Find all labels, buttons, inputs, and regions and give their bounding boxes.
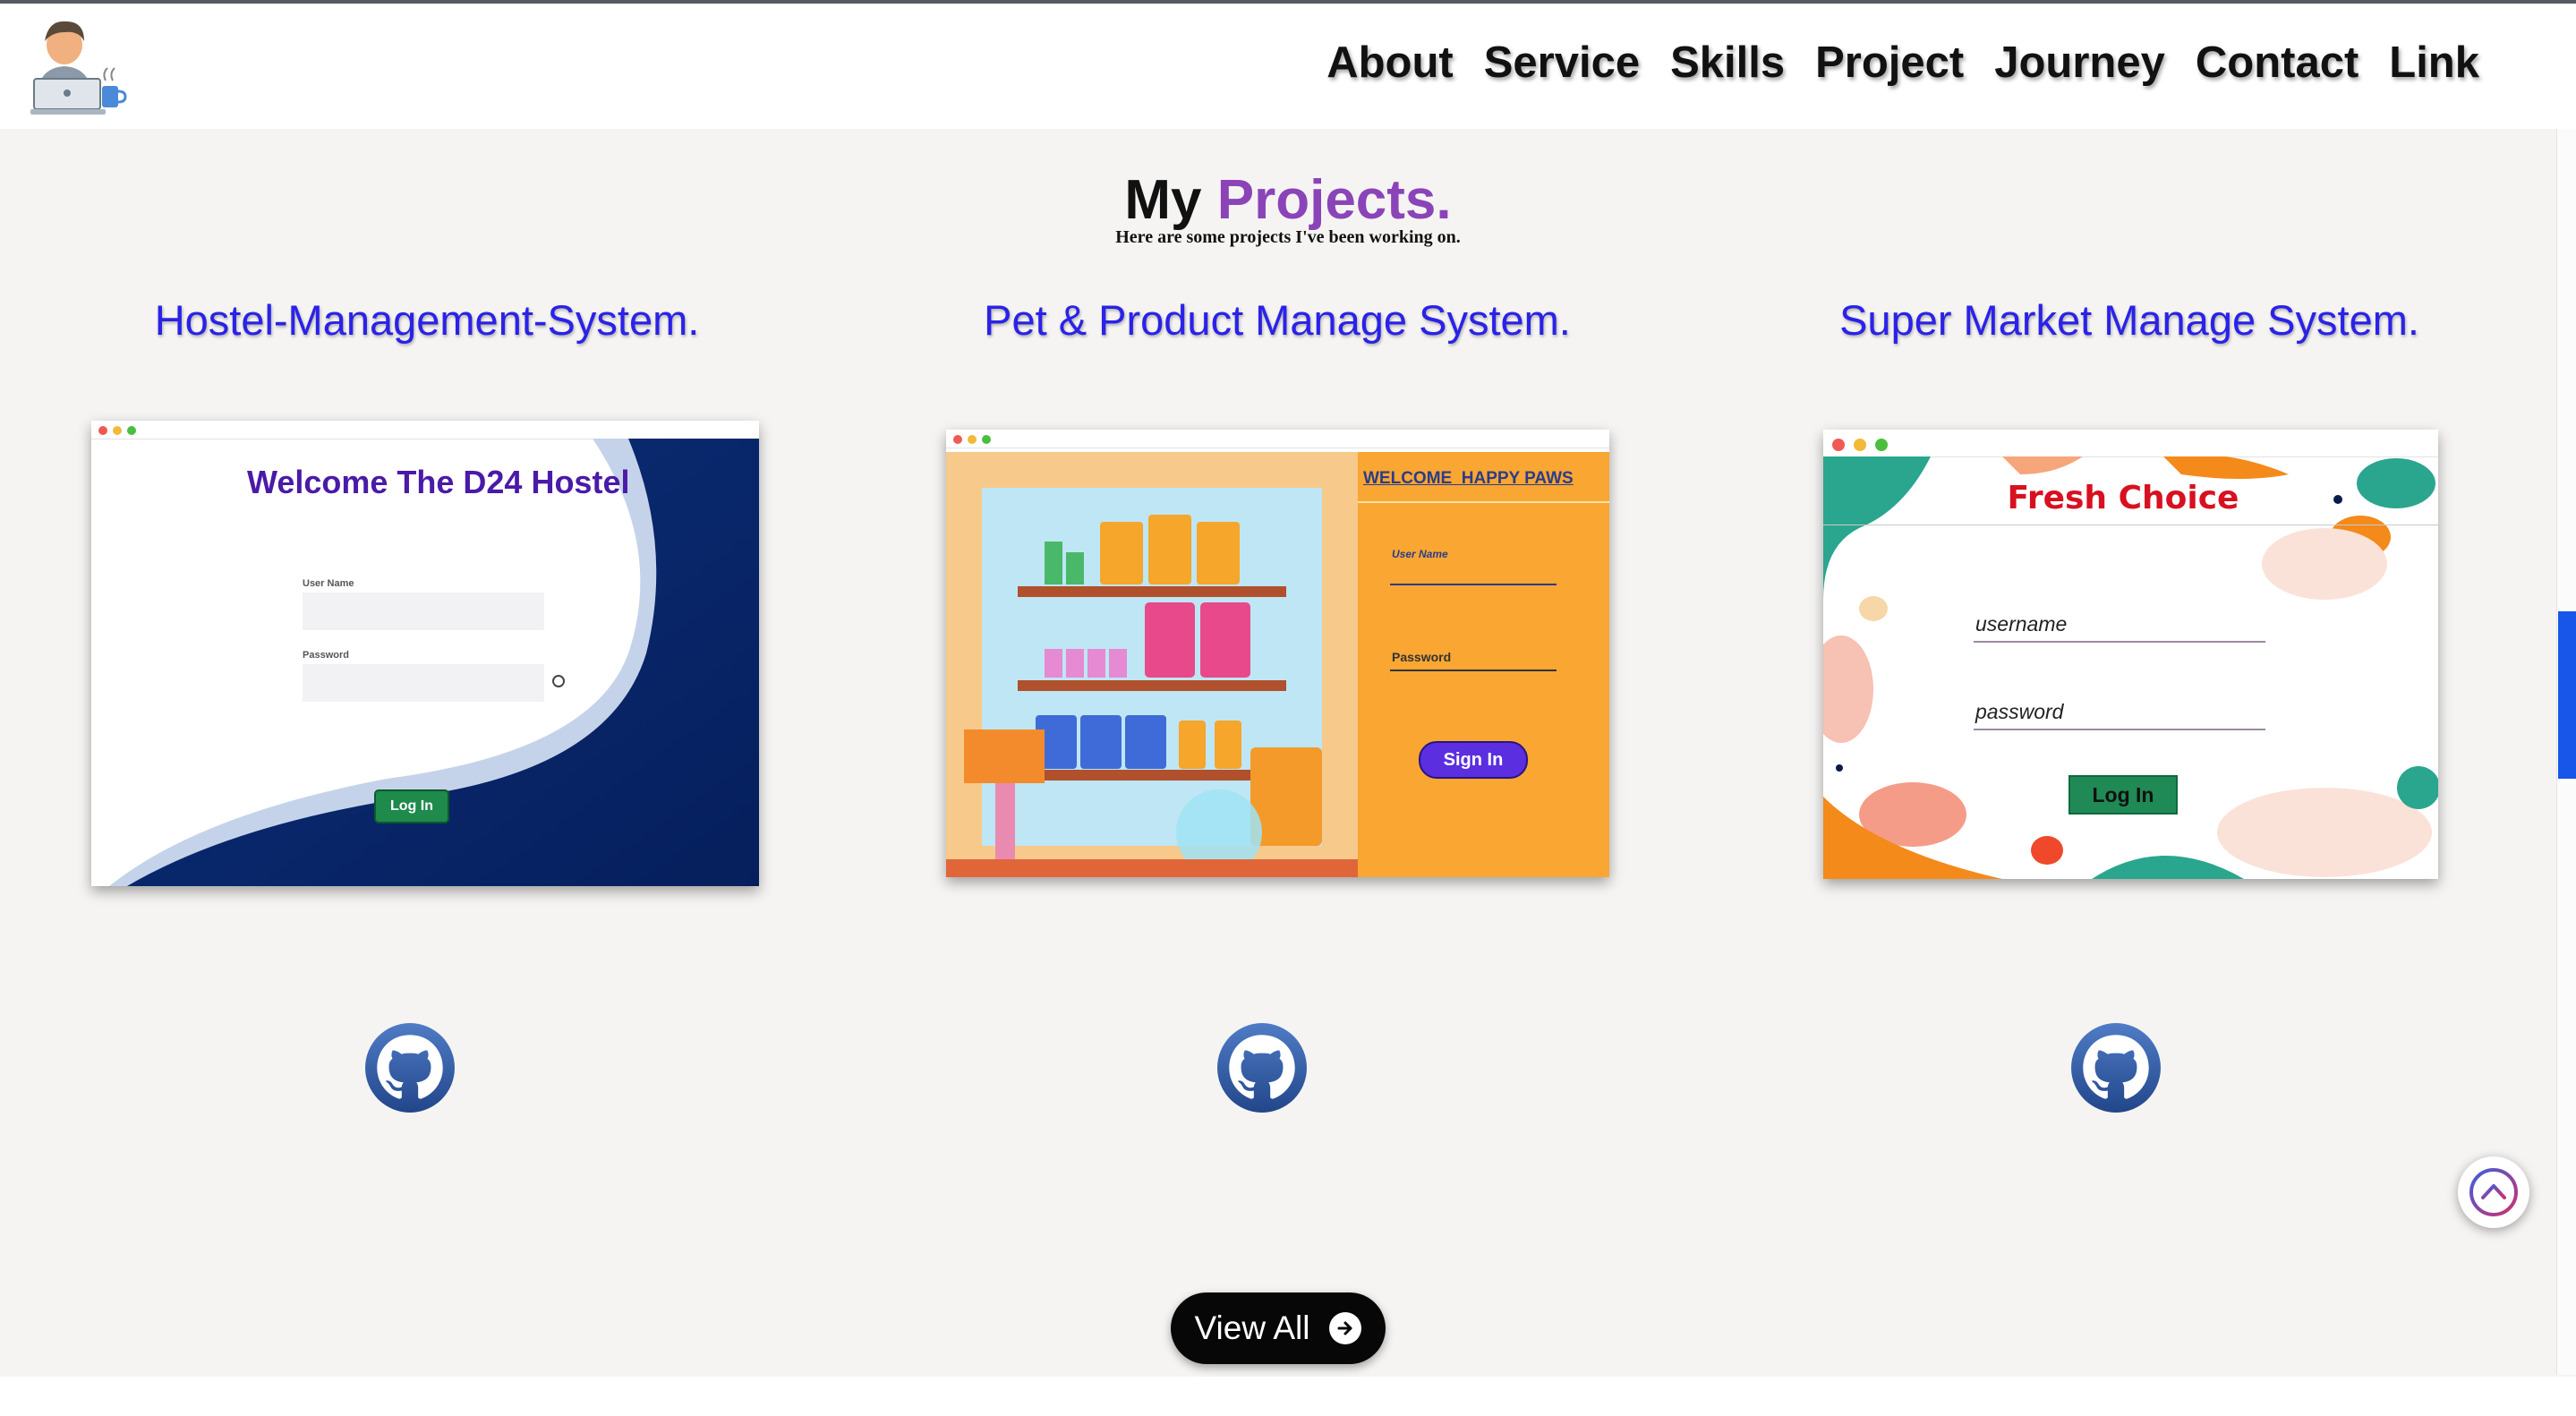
nav-journey[interactable]: Journey xyxy=(1994,38,2165,88)
main-nav: About Service Skills Project Journey Con… xyxy=(1326,38,2479,88)
window-titlebar xyxy=(1823,430,2438,457)
window-titlebar xyxy=(946,430,1609,448)
project-title-hostel: Hostel-Management-System. xyxy=(154,296,700,344)
developer-avatar-icon[interactable] xyxy=(30,16,131,120)
pet-password-field[interactable] xyxy=(1390,670,1557,671)
project-screenshot-hostel[interactable]: Welcome The D24 Hostel User Name Passwor… xyxy=(91,421,759,886)
github-icon[interactable] xyxy=(2070,1022,2162,1113)
fresh-username-field[interactable] xyxy=(1974,641,2265,643)
fresh-login-button[interactable]: Log In xyxy=(2068,775,2178,815)
project-screenshot-supermarket[interactable]: Fresh Choice username password Log In xyxy=(1823,430,2438,879)
section-title-accent: Projects. xyxy=(1216,169,1452,231)
pet-heading: WELCOME HAPPY PAWS xyxy=(1363,469,1574,488)
scroll-to-top-button[interactable] xyxy=(2458,1156,2529,1228)
site-header: About Service Skills Project Journey Con… xyxy=(0,4,2576,129)
hostel-heading: Welcome The D24 Hostel xyxy=(247,464,630,500)
nav-project[interactable]: Project xyxy=(1815,38,1964,88)
fresh-password-label: password xyxy=(1975,700,2064,723)
view-all-label: View All xyxy=(1194,1309,1310,1346)
nav-service[interactable]: Service xyxy=(1484,38,1640,88)
view-all-button[interactable]: View All xyxy=(1171,1292,1386,1364)
section-subtitle: Here are some projects I've been working… xyxy=(1115,227,1461,247)
nav-about[interactable]: About xyxy=(1326,38,1454,88)
hostel-login-button[interactable]: Log In xyxy=(374,789,449,823)
pet-shop-illustration xyxy=(946,452,1358,877)
fresh-choice-blob-background xyxy=(1823,456,2438,879)
pet-heading-divider xyxy=(1358,501,1609,503)
fresh-username-label: username xyxy=(1975,612,2068,635)
pet-login-panel xyxy=(1358,452,1609,877)
hostel-password-field[interactable] xyxy=(303,664,544,702)
project-title-supermarket: Super Market Manage System. xyxy=(1839,296,2419,344)
window-titlebar xyxy=(91,421,759,439)
arrow-right-circle-icon xyxy=(1329,1312,1362,1344)
github-icon[interactable] xyxy=(364,1022,456,1113)
pet-password-label: Password xyxy=(1392,650,1452,664)
fresh-choice-heading: Fresh Choice xyxy=(2007,480,2239,516)
page-bottom-strip xyxy=(0,1377,2576,1416)
fresh-password-field[interactable] xyxy=(1974,729,2265,730)
project-screenshot-pet[interactable]: WELCOME HAPPY PAWS User Name Password Si… xyxy=(946,430,1609,877)
nav-skills[interactable]: Skills xyxy=(1670,38,1785,88)
hostel-username-field[interactable] xyxy=(303,593,544,630)
side-scroll-tab[interactable] xyxy=(2558,611,2576,779)
section-title-prefix: My xyxy=(1124,169,1202,231)
pet-username-label: User Name xyxy=(1392,548,1448,560)
chevron-up-circle-icon xyxy=(2469,1168,2518,1216)
hostel-username-label: User Name xyxy=(303,578,354,589)
pet-signin-button[interactable]: Sign In xyxy=(1419,741,1528,779)
project-title-pet: Pet & Product Manage System. xyxy=(984,296,1571,344)
github-icon[interactable] xyxy=(1216,1022,1308,1113)
hostel-password-label: Password xyxy=(303,650,349,661)
eye-icon[interactable] xyxy=(552,675,565,687)
pet-username-field[interactable] xyxy=(1390,584,1557,585)
section-title: My Projects. xyxy=(0,168,2576,232)
nav-link[interactable]: Link xyxy=(2389,38,2479,88)
nav-contact[interactable]: Contact xyxy=(2196,38,2358,88)
